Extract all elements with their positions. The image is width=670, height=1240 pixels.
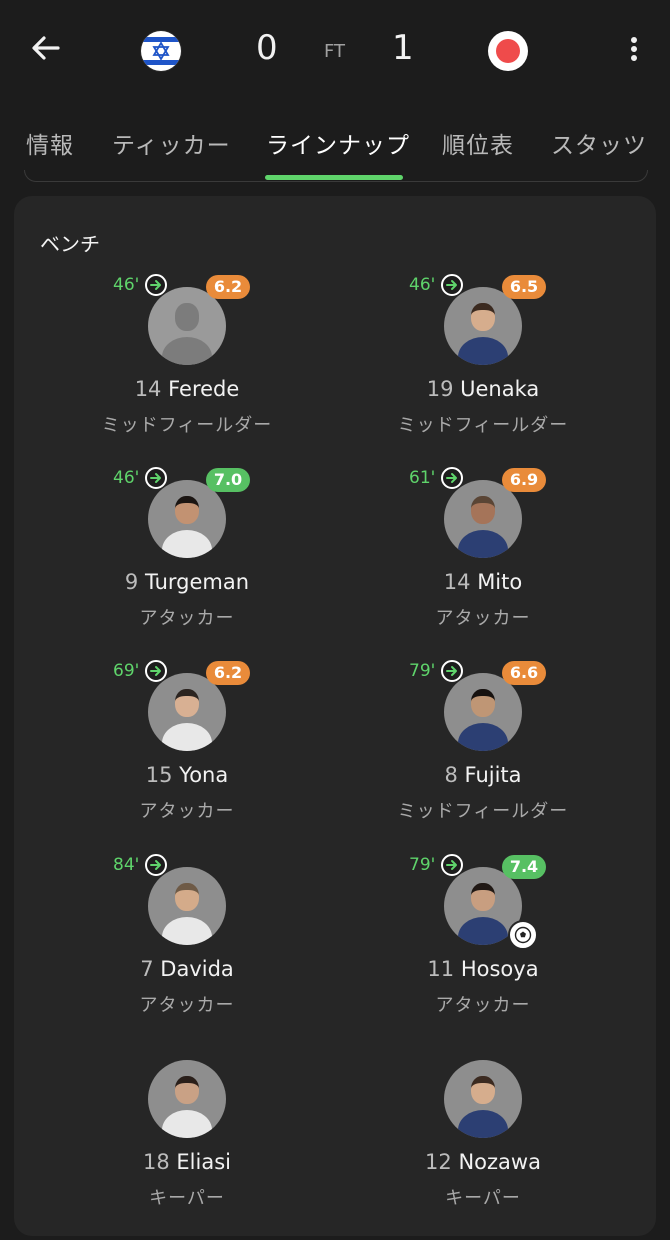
player-number: 11 xyxy=(427,957,455,981)
player-surname: Hosoya xyxy=(460,957,539,981)
bench-player[interactable]: 79' 6.6 8 Fujita ミッドフィールダー xyxy=(310,660,610,853)
player-position: アタッカー xyxy=(435,608,531,629)
substitution-time: 46' xyxy=(113,468,140,488)
player-rating-badge: 6.2 xyxy=(206,661,250,685)
bench-player[interactable]: 46' 7.0 9 Turgeman アタッカー xyxy=(14,467,314,660)
player-number: 15 xyxy=(145,763,173,787)
player-position: アタッカー xyxy=(139,995,235,1016)
bench-player[interactable]: 12 Nozawa キーパー xyxy=(310,1060,610,1240)
substitution-time: 79' xyxy=(409,661,436,681)
player-surname: Eliasi xyxy=(176,1150,231,1174)
player-position: アタッカー xyxy=(435,995,531,1016)
tab-standings[interactable]: 順位表 xyxy=(442,126,514,160)
substitution-in-icon xyxy=(145,854,167,876)
substitution-in-icon xyxy=(441,854,463,876)
tab-info[interactable]: 情報 xyxy=(26,126,74,160)
player-rating-badge: 6.5 xyxy=(502,275,546,299)
player-position: キーパー xyxy=(149,1188,225,1209)
player-position: ミッドフィールダー xyxy=(397,415,569,436)
player-position: アタッカー xyxy=(139,608,235,629)
away-score: 1 xyxy=(392,28,414,68)
player-position: ミッドフィールダー xyxy=(397,801,569,822)
player-name: 19 Uenaka xyxy=(310,377,656,401)
player-rating-badge: 6.6 xyxy=(502,661,546,685)
player-name: 8 Fujita xyxy=(310,763,656,787)
match-status: FT xyxy=(324,41,346,62)
player-number: 14 xyxy=(134,377,162,401)
match-header: 0 FT 1 xyxy=(0,0,670,100)
substitution-in-icon xyxy=(441,274,463,296)
tab-bar: 情報 ティッカー ラインナップ 順位表 スタッツ xyxy=(0,112,670,180)
player-surname: Yona xyxy=(179,763,229,787)
player-position: アタッカー xyxy=(139,801,235,822)
bench-player[interactable]: 18 Eliasi キーパー xyxy=(14,1060,314,1240)
substitution-in-icon xyxy=(145,660,167,682)
player-surname: Davida xyxy=(160,957,234,981)
player-surname: Uenaka xyxy=(460,377,540,401)
player-surname: Fujita xyxy=(464,763,522,787)
player-rating-badge: 7.0 xyxy=(206,468,250,492)
player-rating-badge: 6.9 xyxy=(502,468,546,492)
player-rating-badge: 6.2 xyxy=(206,275,250,299)
player-number: 9 xyxy=(124,570,139,594)
previous-card-edge xyxy=(24,170,648,182)
israel-flag-icon[interactable] xyxy=(141,31,181,71)
player-name: 7 Davida xyxy=(14,957,360,981)
substitution-time: 79' xyxy=(409,855,436,875)
substitution-time: 69' xyxy=(113,661,140,681)
home-score: 0 xyxy=(256,28,278,68)
player-number: 7 xyxy=(140,957,154,981)
player-name: 9 Turgeman xyxy=(14,570,360,594)
player-name: 14 Mito xyxy=(310,570,656,594)
bench-player[interactable]: 79' 7.4 11 Hosoya アタッカー xyxy=(310,854,610,1047)
player-surname: Ferede xyxy=(168,377,240,401)
player-rating-badge: 7.4 xyxy=(502,855,546,879)
substitution-time: 61' xyxy=(409,468,436,488)
substitution-time: 46' xyxy=(113,275,140,295)
player-number: 12 xyxy=(425,1150,452,1174)
substitution-time: 84' xyxy=(113,855,140,875)
player-name: 14 Ferede xyxy=(14,377,360,401)
japan-flag-icon[interactable] xyxy=(488,31,528,71)
substitution-in-icon xyxy=(441,660,463,682)
tab-lineup[interactable]: ラインナップ xyxy=(266,126,410,160)
substitution-time: 46' xyxy=(409,275,436,295)
bench-player[interactable]: 69' 6.2 15 Yona アタッカー xyxy=(14,660,314,853)
player-avatar[interactable] xyxy=(148,1060,226,1138)
bench-player[interactable]: 61' 6.9 14 Mito アタッカー xyxy=(310,467,610,660)
tab-stats[interactable]: スタッツ xyxy=(551,126,647,160)
bench-player[interactable]: 46' 6.2 14 Ferede ミッドフィールダー xyxy=(14,274,314,467)
player-position: ミッドフィールダー xyxy=(101,415,273,436)
player-name: 18 Eliasi xyxy=(14,1150,360,1174)
bench-card: ベンチ 46' 6.2 14 Ferede ミッドフィールダー 46' 6.5 19 Uen… xyxy=(14,196,656,1236)
player-name: 12 Nozawa xyxy=(310,1150,656,1174)
player-number: 18 xyxy=(142,1150,170,1174)
player-surname: Turgeman xyxy=(144,570,250,594)
player-name: 15 Yona xyxy=(14,763,360,787)
player-position: キーパー xyxy=(445,1188,521,1209)
player-surname: Nozawa xyxy=(458,1150,541,1174)
player-avatar[interactable] xyxy=(444,1060,522,1138)
player-number: 14 xyxy=(443,570,471,594)
substitution-in-icon xyxy=(145,467,167,489)
player-number: 19 xyxy=(426,377,454,401)
more-options-icon[interactable] xyxy=(624,34,644,64)
bench-player[interactable]: 46' 6.5 19 Uenaka ミッドフィールダー xyxy=(310,274,610,467)
substitution-in-icon xyxy=(145,274,167,296)
goal-ball-icon xyxy=(508,920,538,950)
bench-title: ベンチ xyxy=(40,232,100,256)
tab-ticker[interactable]: ティッカー xyxy=(112,126,231,160)
player-name: 11 Hosoya xyxy=(310,957,656,981)
substitution-in-icon xyxy=(441,467,463,489)
back-arrow-icon[interactable] xyxy=(28,30,64,66)
player-surname: Mito xyxy=(477,570,523,594)
bench-player[interactable]: 84' 7 Davida アタッカー xyxy=(14,854,314,1047)
player-avatar[interactable] xyxy=(148,867,226,945)
player-number: 8 xyxy=(444,763,458,787)
